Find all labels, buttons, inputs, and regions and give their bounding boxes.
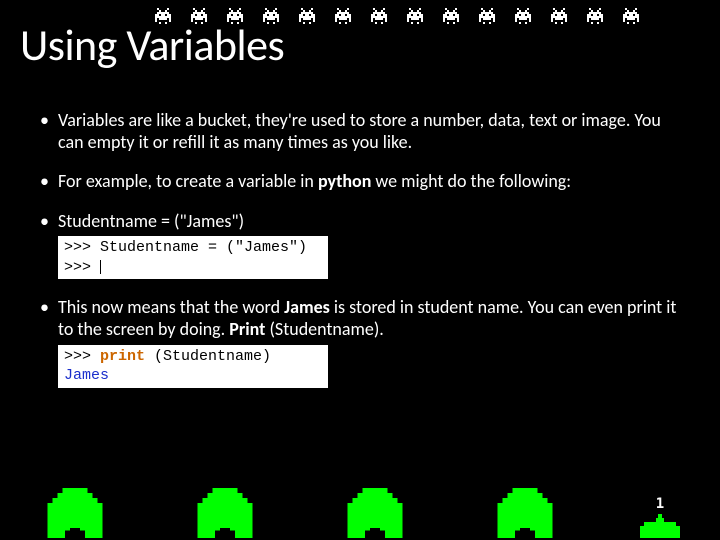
space-invader-icon [330, 4, 356, 24]
bullet-4-post: (Studentname). [265, 318, 383, 340]
code1-line2: >>> [64, 259, 100, 276]
bullet-4-bold1: James [284, 296, 330, 318]
code-box-2: >>> print (Studentname) James [58, 345, 328, 388]
bullet-2-pre: For example, to create a variable in [58, 170, 318, 192]
bullet-2-bold: python [318, 170, 371, 192]
bullet-3-text: Studentname = ("James") [58, 210, 244, 232]
bunker-icon [190, 488, 260, 538]
code2-rest: (Studentname) [145, 348, 271, 365]
player-ship-group: 1 [640, 496, 680, 538]
player-ship-icon [640, 514, 680, 538]
bullet-2-post: we might do the following: [371, 170, 571, 192]
bullet-1-text: Variables are like a bucket, they're use… [58, 109, 661, 153]
bullet-3: Studentname = ("James") >>> Studentname … [40, 211, 680, 280]
code1-line1: >>> Studentname = ("James") [64, 239, 307, 256]
code2-prompt: >>> [64, 348, 100, 365]
bullet-4: This now means that the word James is st… [40, 297, 680, 387]
bullet-1: Variables are like a bucket, they're use… [40, 110, 680, 153]
bunker-icon [490, 488, 560, 538]
space-invader-icon [474, 4, 500, 24]
bunker-icon [40, 488, 110, 538]
space-invader-icon [510, 4, 536, 24]
code2-output: James [64, 367, 109, 384]
space-invader-icon [294, 4, 320, 24]
bullet-2: For example, to create a variable in pyt… [40, 171, 680, 193]
space-invader-icon [618, 4, 644, 24]
slide: Using Variables Variables are like a buc… [0, 0, 720, 540]
lives-count: 1 [656, 496, 664, 512]
bullet-4-bold2: Print [229, 318, 265, 340]
bunker-icon [340, 488, 410, 538]
space-invader-icon [402, 4, 428, 24]
space-invader-icon [438, 4, 464, 24]
bullet-list: Variables are like a bucket, they're use… [40, 110, 680, 406]
bunker-row: 1 [40, 488, 680, 538]
space-invader-icon [366, 4, 392, 24]
code-box-1: >>> Studentname = ("James") >>> [58, 236, 328, 279]
slide-title: Using Variables [20, 18, 284, 72]
cursor-icon [100, 260, 101, 274]
space-invader-icon [546, 4, 572, 24]
bullet-4-pre: This now means that the word [58, 296, 284, 318]
space-invader-icon [582, 4, 608, 24]
code2-fn: print [100, 348, 145, 365]
